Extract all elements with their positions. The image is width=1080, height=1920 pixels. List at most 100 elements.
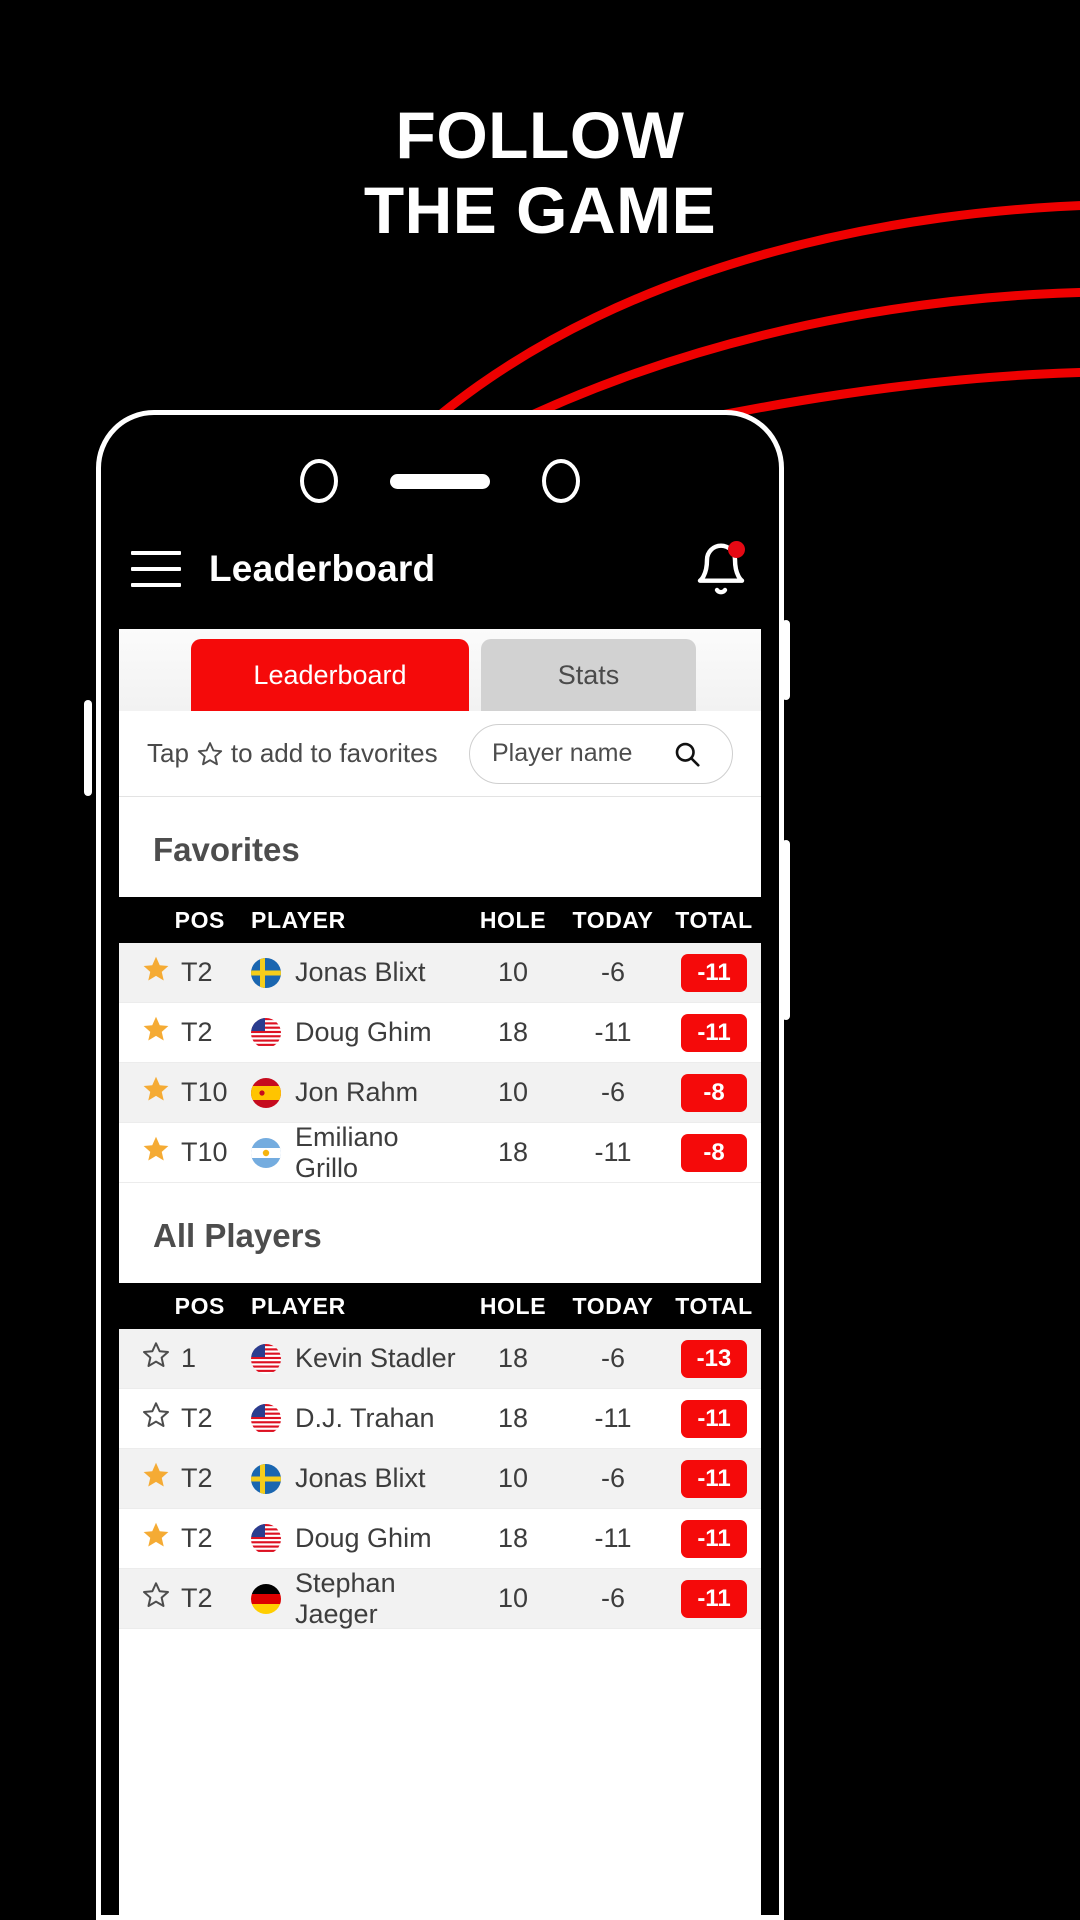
col-hole: HOLE: [479, 1292, 547, 1319]
total-badge: -13: [681, 1339, 747, 1378]
cell-pos: T2: [119, 1580, 237, 1617]
cell-today: -11: [594, 1017, 632, 1047]
cell-hole: 18: [497, 1137, 529, 1167]
table-row[interactable]: T2 Jonas Blixt 10 -6 -11: [119, 1449, 761, 1509]
table-header: POS PLAYER HOLE TODAY TOTAL: [119, 1283, 761, 1329]
tab-leaderboard-label: Leaderboard: [253, 659, 407, 690]
favorites-hint-suffix: to add to favorites: [230, 738, 438, 768]
player-name: Jonas Blixt: [295, 1463, 426, 1493]
position-label: T2: [181, 1583, 213, 1613]
star-filled-icon[interactable]: [141, 1520, 171, 1557]
cell-pos: T2: [119, 1460, 237, 1497]
cell-today: -6: [600, 1343, 625, 1373]
flag-us-icon: [251, 1343, 281, 1374]
table-row[interactable]: T2 Doug Ghim 18 -11 -11: [119, 1003, 761, 1063]
tab-bar: Leaderboard Stats: [119, 629, 761, 711]
flag-us-icon: [251, 1403, 281, 1434]
player-name: Doug Ghim: [295, 1523, 432, 1553]
star-outline-icon[interactable]: [141, 1340, 171, 1377]
col-total: TOTAL: [675, 1292, 753, 1319]
page-title: Leaderboard: [209, 548, 436, 589]
player-name: Jonas Blixt: [295, 957, 426, 987]
cell-pos: T2: [119, 1520, 237, 1557]
cell-player: D.J. Trahan: [237, 1403, 467, 1434]
favorites-hint-prefix: Tap: [147, 738, 189, 768]
cell-pos: T2: [119, 1400, 237, 1437]
notification-badge: [728, 541, 745, 558]
notifications-button[interactable]: [693, 541, 749, 597]
table-row[interactable]: T10 Jon Rahm 10 -6 -8: [119, 1063, 761, 1123]
sensor-icon: [542, 459, 580, 503]
table-row[interactable]: 1 Kevin Stadler 18 -6 -13: [119, 1329, 761, 1389]
table-row[interactable]: T2 Stephan Jaeger 10 -6 -11: [119, 1568, 761, 1629]
cell-today: -6: [600, 1077, 625, 1107]
position-label: T10: [181, 1137, 228, 1167]
flag-de-icon: [251, 1583, 281, 1614]
cell-player: Jonas Blixt: [237, 1463, 467, 1494]
cell-today: -11: [594, 1523, 632, 1553]
star-filled-icon[interactable]: [141, 1460, 171, 1497]
tab-stats-label: Stats: [557, 659, 620, 690]
star-outline-icon[interactable]: [141, 1580, 171, 1617]
table-row[interactable]: T10 Emiliano Grillo 18 -11 -8: [119, 1121, 761, 1183]
flag-es-icon: [251, 1077, 281, 1108]
star-outline-icon: [197, 741, 223, 765]
star-filled-icon[interactable]: [141, 1014, 171, 1051]
cell-today: -11: [594, 1403, 632, 1433]
flag-se-icon: [251, 1463, 281, 1494]
player-search[interactable]: [469, 723, 733, 784]
cell-player: Jonas Blixt: [237, 957, 467, 988]
cell-player: Kevin Stadler: [237, 1343, 467, 1374]
player-name: Emiliano Grillo: [295, 1121, 399, 1183]
star-filled-icon[interactable]: [141, 954, 171, 991]
player-name: D.J. Trahan: [295, 1403, 435, 1433]
position-label: T2: [181, 1523, 213, 1553]
table-row[interactable]: T2 D.J. Trahan 18 -11 -11: [119, 1389, 761, 1449]
cell-hole: 18: [497, 1523, 529, 1553]
cell-total: -11: [667, 953, 761, 992]
col-today: TODAY: [572, 1292, 654, 1319]
leaderboard-sections: Favorites POS PLAYER HOLE TODAY TOTAL T2 Jonas …: [119, 797, 761, 1629]
table-row[interactable]: T2 Jonas Blixt 10 -6 -11: [119, 943, 761, 1003]
position-label: T2: [181, 1463, 213, 1493]
cell-hole: 18: [497, 1403, 529, 1433]
col-hole: HOLE: [479, 906, 547, 933]
star-filled-icon[interactable]: [141, 1134, 171, 1171]
flag-us-icon: [251, 1017, 281, 1048]
cell-total: -8: [667, 1073, 761, 1112]
total-badge: -11: [681, 1013, 747, 1052]
hamburger-icon[interactable]: [131, 551, 181, 587]
cell-today: -6: [600, 1583, 625, 1613]
phone-mockup: Leaderboard Leaderboard Stats Tap to add…: [96, 410, 784, 1920]
tab-stats[interactable]: Stats: [481, 639, 696, 711]
cell-total: -11: [667, 1579, 761, 1618]
cell-hole: 18: [497, 1343, 529, 1373]
flag-se-icon: [251, 957, 281, 988]
star-outline-icon[interactable]: [141, 1400, 171, 1437]
col-total: TOTAL: [675, 906, 753, 933]
star-filled-icon[interactable]: [141, 1074, 171, 1111]
cell-hole: 10: [497, 1077, 529, 1107]
cell-hole: 18: [497, 1017, 529, 1047]
cell-today: -11: [594, 1137, 632, 1167]
cell-total: -11: [667, 1399, 761, 1438]
search-input[interactable]: [492, 739, 672, 768]
player-name: Doug Ghim: [295, 1017, 432, 1047]
total-badge: -11: [681, 1399, 747, 1438]
table-row[interactable]: T2 Doug Ghim 18 -11 -11: [119, 1509, 761, 1569]
app-screen: Leaderboard Stats Tap to add to favorite…: [119, 629, 761, 1915]
cell-pos: T10: [119, 1134, 237, 1171]
earpiece-speaker: [390, 473, 490, 489]
cell-today: -6: [600, 1463, 625, 1493]
total-badge: -8: [681, 1073, 747, 1112]
cell-total: -11: [667, 1013, 761, 1052]
phone-volume-button: [84, 700, 92, 796]
table-header: POS PLAYER HOLE TODAY TOTAL: [119, 897, 761, 943]
tab-leaderboard[interactable]: Leaderboard: [191, 639, 469, 711]
search-icon[interactable]: [672, 739, 702, 769]
col-pos: POS: [174, 1292, 225, 1319]
total-badge: -11: [681, 1519, 747, 1558]
col-pos: POS: [174, 906, 225, 933]
promo-headline-line1: FOLLOW: [395, 98, 685, 172]
phone-notch: [101, 445, 779, 517]
